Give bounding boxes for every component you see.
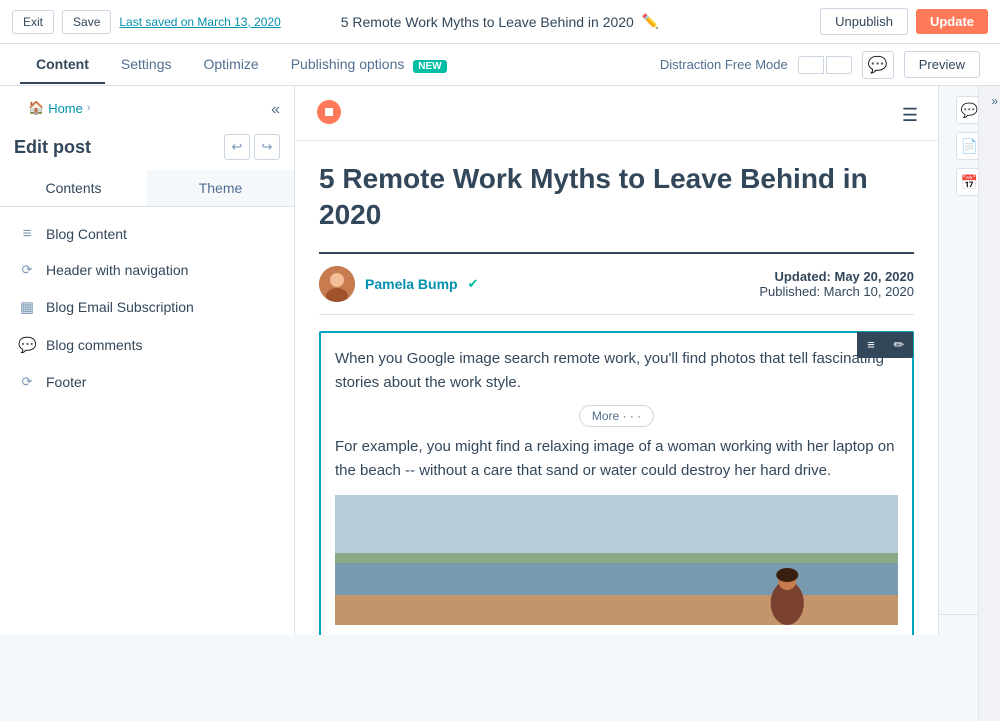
tab-contents[interactable]: Contents: [0, 170, 147, 206]
text-align-btn[interactable]: ≡: [857, 332, 885, 358]
toggle-on-btn[interactable]: [826, 56, 852, 74]
blog-content-body: 5 Remote Work Myths to Leave Behind in 2…: [295, 141, 938, 635]
toggle-off-btn[interactable]: [798, 56, 824, 74]
undo-button[interactable]: ↩: [224, 134, 250, 160]
text-edit-btn[interactable]: ✏: [885, 332, 913, 358]
blog-content-icon: ≡: [18, 225, 36, 242]
content-area: ☰ 5 Remote Work Myths to Leave Behind in…: [295, 86, 938, 635]
sidebar-item-blog-comments[interactable]: 💬 Blog comments: [0, 326, 294, 364]
blog-preview: ☰ 5 Remote Work Myths to Leave Behind in…: [295, 86, 938, 635]
redo-button[interactable]: ↪: [254, 134, 280, 160]
blog-post-title: 5 Remote Work Myths to Leave Behind in 2…: [319, 161, 914, 234]
blog-site-header: ☰: [295, 86, 938, 141]
edit-title-icon[interactable]: ✏️: [642, 13, 659, 30]
blog-email-icon: ▦: [18, 298, 36, 316]
page-title-text: 5 Remote Work Myths to Leave Behind in 2…: [341, 14, 634, 30]
sidebar-item-blog-content-label: Blog Content: [46, 226, 127, 242]
save-button[interactable]: Save: [62, 10, 111, 34]
exit-button[interactable]: Exit: [12, 10, 54, 34]
sidebar-item-blog-email[interactable]: ▦ Blog Email Subscription: [0, 288, 294, 326]
tab-content[interactable]: Content: [20, 46, 105, 84]
more-button-wrapper: More · · ·: [335, 405, 898, 427]
home-icon: 🏠: [28, 100, 44, 116]
page-title-center: 5 Remote Work Myths to Leave Behind in 2…: [341, 13, 660, 30]
breadcrumb-home[interactable]: Home: [48, 101, 83, 116]
main-layout: 🏠 Home › « Edit post ↩ ↪ Contents Theme …: [0, 86, 1000, 635]
last-saved-status: Last saved on March 13, 2020: [119, 15, 280, 29]
new-badge: NEW: [413, 60, 446, 73]
text-block-toolbar: ≡ ✏: [857, 332, 913, 358]
hubspot-logo: [315, 98, 343, 132]
blog-paragraph-1: When you Google image search remote work…: [335, 347, 898, 395]
update-button[interactable]: Update: [916, 9, 988, 34]
right-panel: ☰ 5 Remote Work Myths to Leave Behind in…: [295, 86, 1000, 635]
tab-settings[interactable]: Settings: [105, 46, 188, 84]
breadcrumb-separator: ›: [87, 102, 91, 114]
tab-publishing[interactable]: Publishing options NEW: [275, 46, 463, 84]
sidebar-item-blog-comments-label: Blog comments: [46, 337, 142, 353]
blog-meta-bar: Pamela Bump ✔ Updated: May 20, 2020 Publ…: [319, 252, 914, 315]
top-bar-right: Unpublish Update: [820, 8, 988, 35]
published-date: Published: March 10, 2020: [759, 284, 914, 299]
undo-redo-controls: ↩ ↪: [224, 134, 280, 160]
publish-dates: Updated: May 20, 2020 Published: March 1…: [759, 269, 914, 299]
author-name: Pamela Bump: [365, 276, 458, 292]
hamburger-menu-icon[interactable]: ☰: [902, 105, 918, 126]
blog-comments-icon: 💬: [18, 336, 36, 354]
distraction-free-label: Distraction Free Mode: [660, 57, 788, 72]
text-content-block[interactable]: ≡ ✏ When you Google image search remote …: [319, 331, 914, 635]
outer-edge-panel: »: [978, 86, 1000, 635]
blog-image: [335, 495, 898, 625]
more-button[interactable]: More · · ·: [579, 405, 654, 427]
sidebar-item-footer[interactable]: ⟳ Footer: [0, 364, 294, 400]
sidebar-item-blog-content[interactable]: ≡ Blog Content: [0, 215, 294, 252]
breadcrumb: 🏠 Home ›: [14, 96, 105, 124]
edit-post-title: Edit post: [14, 137, 91, 158]
header-nav-icon: ⟳: [18, 262, 36, 278]
sidebar-item-footer-label: Footer: [46, 374, 86, 390]
unpublish-button[interactable]: Unpublish: [820, 8, 908, 35]
verified-icon: ✔: [468, 276, 479, 292]
sidebar-item-header-nav-label: Header with navigation: [46, 262, 188, 278]
footer-icon: ⟳: [18, 374, 36, 390]
author-info: Pamela Bump ✔: [319, 266, 479, 302]
sidebar-item-header-nav[interactable]: ⟳ Header with navigation: [0, 252, 294, 288]
top-bar: Exit Save Last saved on March 13, 2020 5…: [0, 0, 1000, 44]
sidebar-header: 🏠 Home › «: [0, 86, 294, 130]
preview-button[interactable]: Preview: [904, 51, 980, 78]
sidebar-collapse-btn[interactable]: «: [271, 101, 280, 119]
comment-icon-btn[interactable]: 💬: [862, 51, 894, 79]
author-avatar: [319, 266, 355, 302]
blog-paragraph-2: For example, you might find a relaxing i…: [335, 435, 898, 483]
left-sidebar: 🏠 Home › « Edit post ↩ ↪ Contents Theme …: [0, 86, 295, 635]
sidebar-tabs: Contents Theme: [0, 170, 294, 207]
sidebar-items-list: ≡ Blog Content ⟳ Header with navigation …: [0, 207, 294, 408]
nav-tabs-bar: Content Settings Optimize Publishing opt…: [0, 44, 1000, 86]
top-bar-left: Exit Save Last saved on March 13, 2020: [12, 10, 281, 34]
tab-optimize[interactable]: Optimize: [187, 46, 274, 84]
distraction-toggle[interactable]: [798, 56, 852, 74]
edit-post-header: Edit post ↩ ↪: [0, 130, 294, 170]
updated-date: Updated: May 20, 2020: [759, 269, 914, 284]
right-edge-panel: 💬 📄 📅 »: [938, 86, 1000, 635]
right-collapse-btn[interactable]: »: [989, 86, 1000, 116]
nav-tabs-right: Distraction Free Mode 💬 Preview: [660, 51, 980, 79]
tab-theme[interactable]: Theme: [147, 170, 294, 206]
sidebar-item-blog-email-label: Blog Email Subscription: [46, 299, 194, 315]
